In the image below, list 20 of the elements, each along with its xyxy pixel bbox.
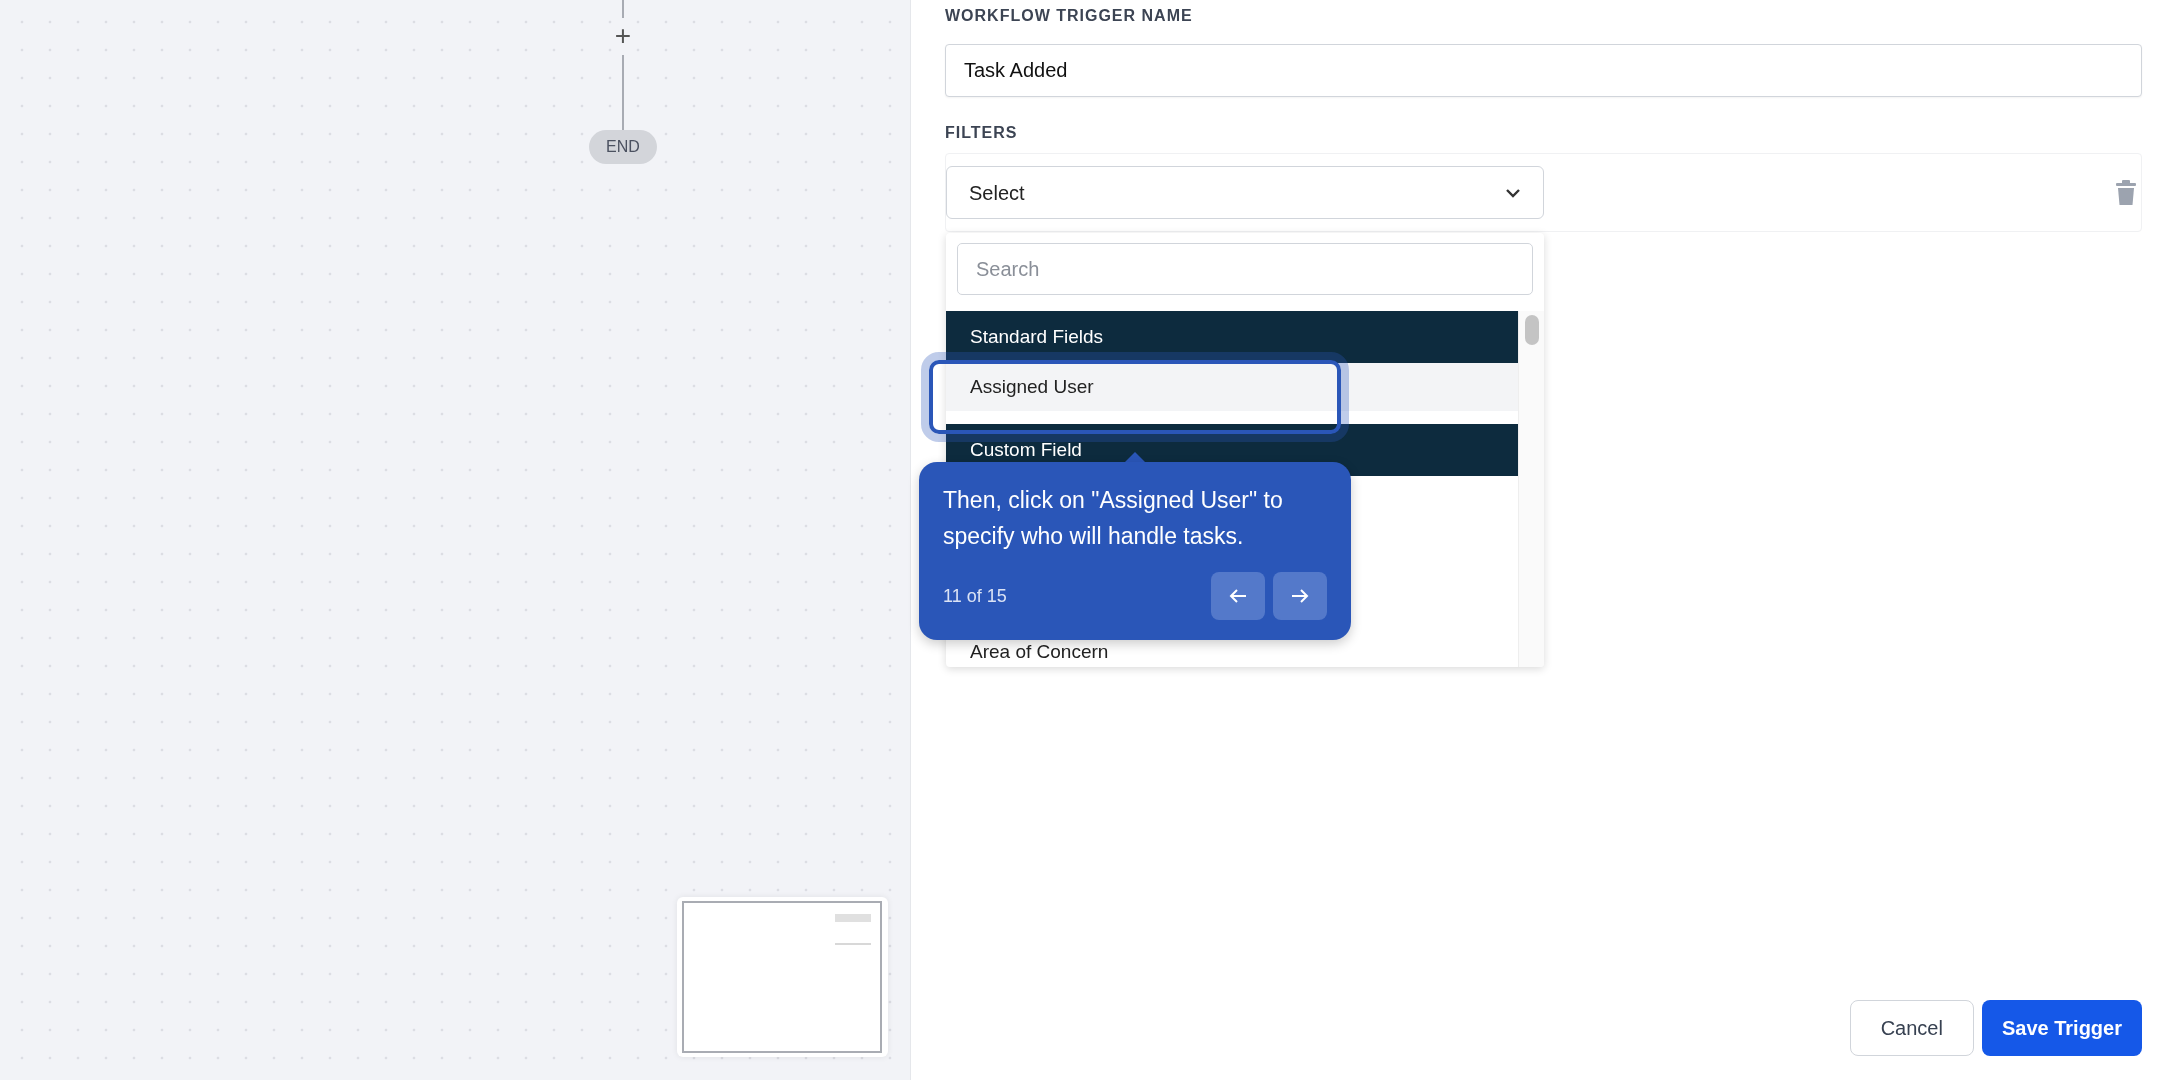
field-label: WORKFLOW TRIGGER NAME bbox=[945, 6, 1194, 26]
trigger-name-field[interactable]: Task Added bbox=[945, 44, 2142, 97]
search-field[interactable]: Search bbox=[957, 243, 1533, 295]
next-button[interactable] bbox=[1273, 572, 1327, 620]
previous-button[interactable] bbox=[1211, 572, 1265, 620]
arrow-left-icon bbox=[1228, 588, 1248, 604]
arrow-right-icon bbox=[1290, 588, 1310, 604]
section-label: FILTERS bbox=[945, 123, 1019, 143]
scrollbar-thumb[interactable] bbox=[1525, 315, 1539, 345]
chevron-down-icon bbox=[1505, 187, 1521, 198]
end-node: END bbox=[589, 130, 657, 164]
cancel-button[interactable]: Cancel bbox=[1849, 1000, 1974, 1056]
step-counter: 11 of 15 bbox=[943, 584, 1007, 608]
select-value: Select bbox=[969, 180, 1025, 206]
trash-icon[interactable] bbox=[2115, 179, 2137, 206]
tooltip-text: Then, click on "Assigned User" to specify who will handle tasks. bbox=[943, 486, 1284, 551]
minimap[interactable] bbox=[677, 897, 888, 1057]
dropdown-option[interactable]: Assigned User bbox=[946, 363, 1518, 411]
save-button[interactable]: Save Trigger bbox=[1981, 1000, 2142, 1056]
add-step-button[interactable]: + bbox=[610, 18, 636, 54]
